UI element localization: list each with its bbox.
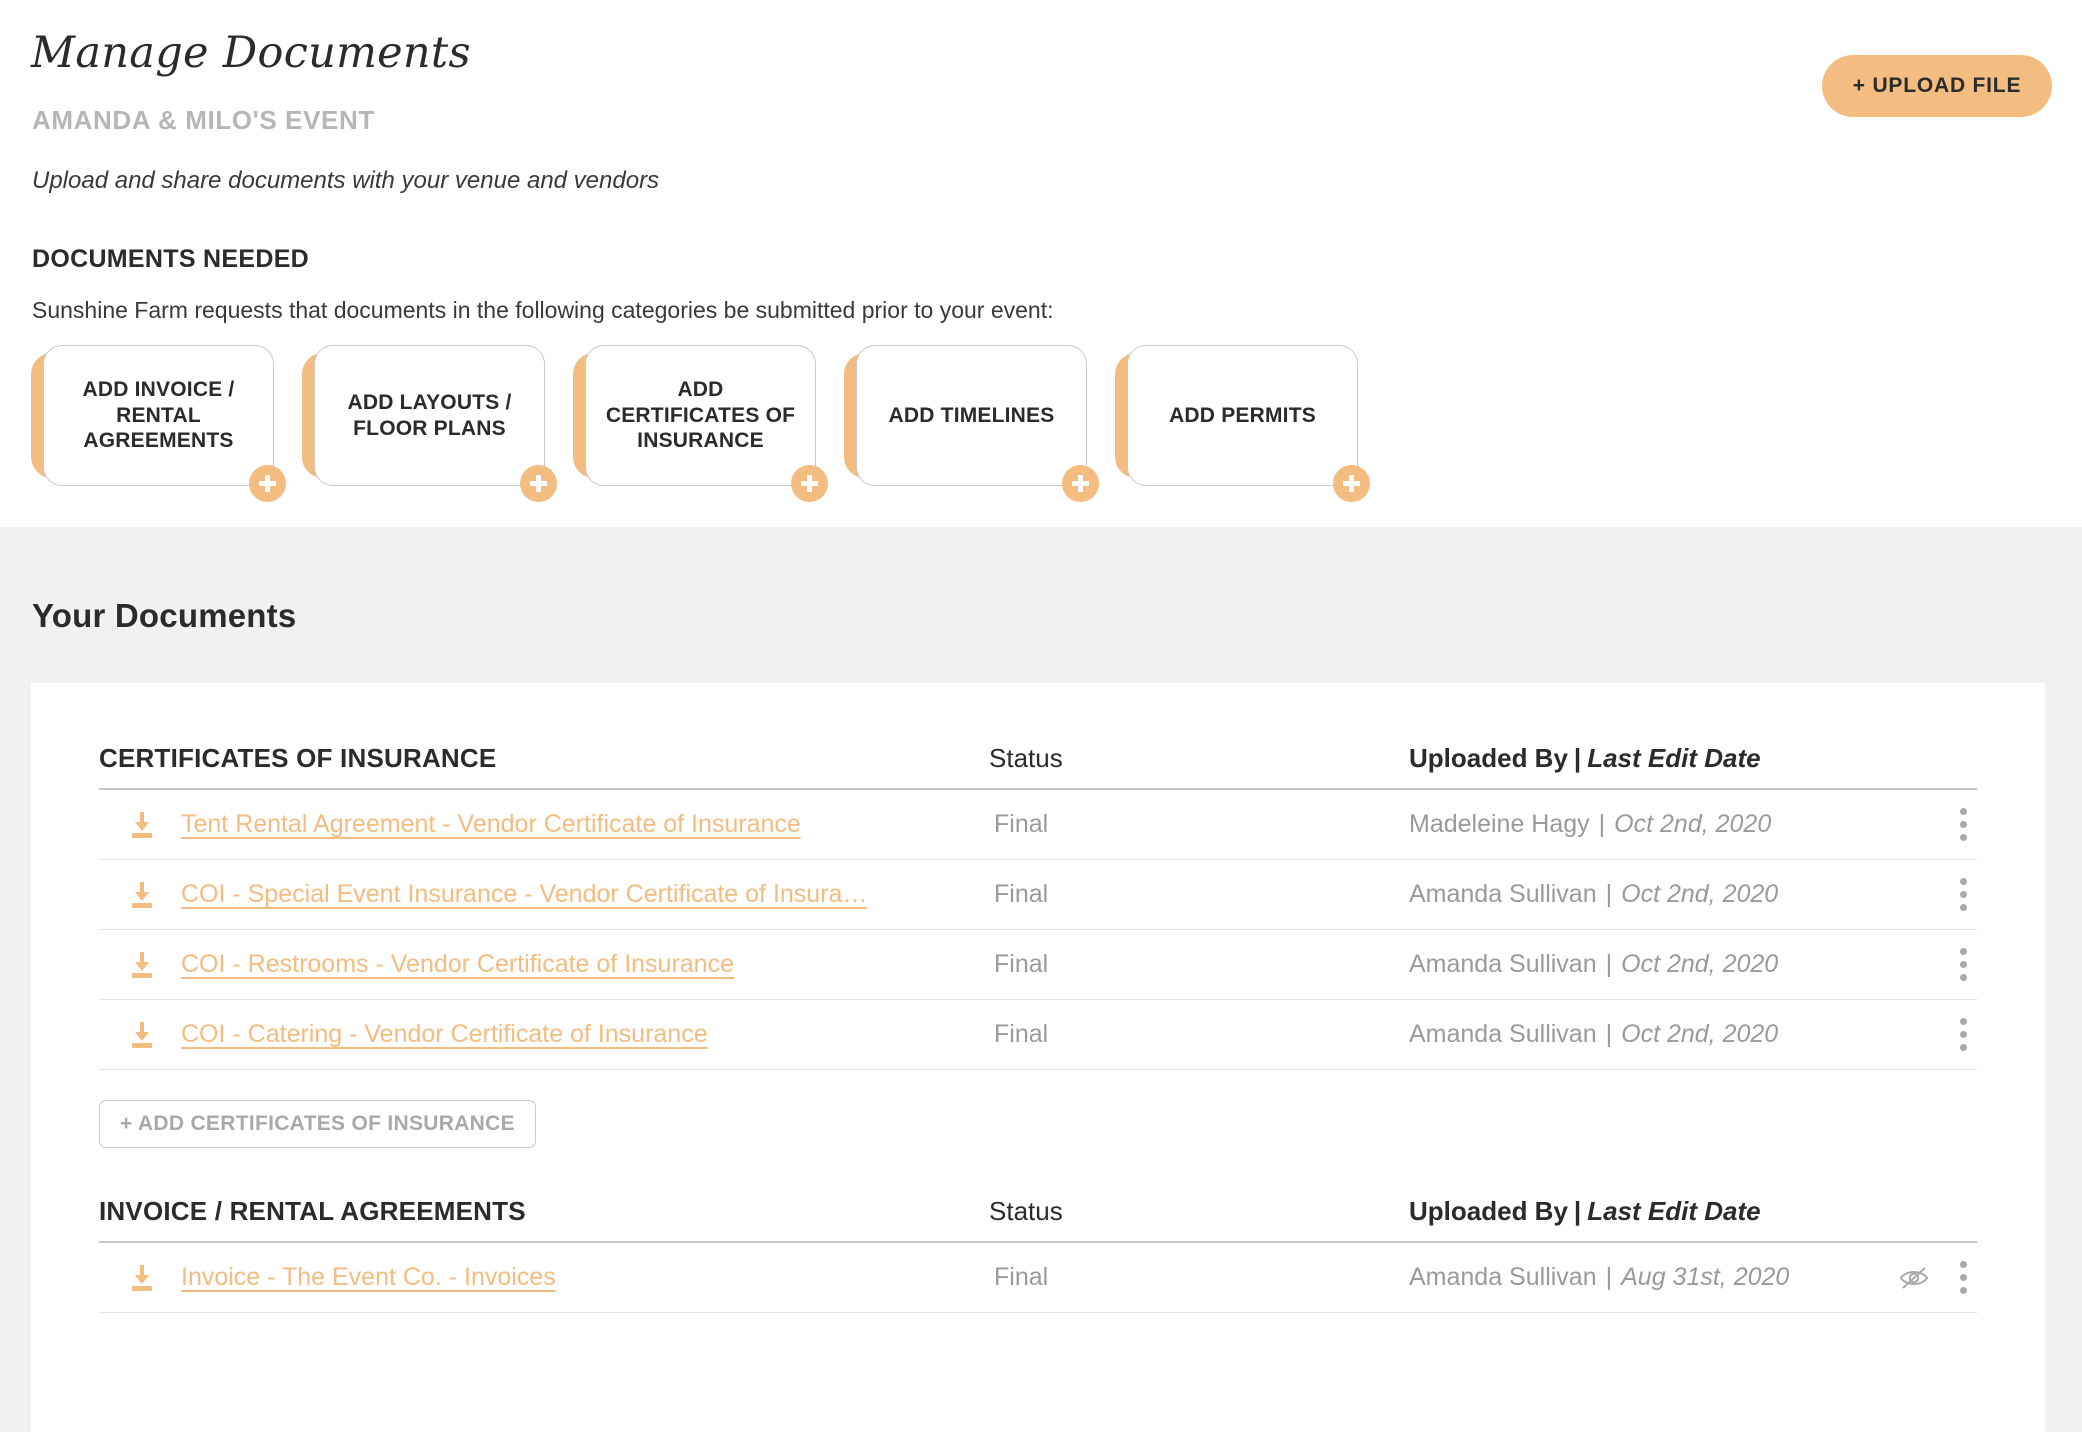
document-section: INVOICE / RENTAL AGREEMENTS Status Uploade… [99,1196,1977,1313]
uploaded-by-value: Amanda Sullivan [1409,880,1597,908]
hidden-eye-icon[interactable] [1897,1265,1931,1291]
last-edit-date-value: Oct 2nd, 2020 [1621,880,1779,908]
documents-needed-description: Sunshine Farm requests that documents in… [32,297,1054,323]
section-title: INVOICE / RENTAL AGREEMENTS [99,1196,526,1226]
uploaded-by-value: Amanda Sullivan [1409,1263,1597,1291]
category-card-panel[interactable]: ADD CERTIFICATES OF INSURANCE [585,345,816,486]
document-meta: Amanda Sullivan | Oct 2nd, 2020 [1409,950,1867,979]
column-header-uploaded-by: Uploaded By [1409,1196,1568,1226]
document-link[interactable]: COI - Special Event Insurance - Vendor C… [181,880,867,909]
category-card[interactable]: ADD PERMITS [1115,345,1370,502]
page-subtitle: Upload and share documents with your ven… [32,167,660,194]
download-icon[interactable] [129,951,155,978]
category-cards-row: ADD INVOICE / RENTAL AGREEMENTS ADD LAYOU… [31,345,1370,502]
more-options-icon[interactable] [1953,946,1973,983]
table-row: COI - Restrooms - Vendor Certificate of … [99,930,1977,1000]
category-card[interactable]: ADD LAYOUTS / FLOOR PLANS [302,345,557,502]
column-header-last-edit-date: Last Edit Date [1587,743,1761,773]
download-icon[interactable] [129,881,155,908]
download-icon[interactable] [129,811,155,838]
category-card-panel[interactable]: ADD TIMELINES [856,345,1087,486]
category-card[interactable]: ADD CERTIFICATES OF INSURANCE [573,345,828,502]
category-card[interactable]: ADD TIMELINES [844,345,1099,502]
your-documents-section: Your Documents CERTIFICATES OF INSURANCE… [0,527,2082,1432]
column-header-separator: | [1573,1196,1582,1226]
category-card-label: ADD LAYOUTS / FLOOR PLANS [347,390,512,440]
document-link[interactable]: Tent Rental Agreement - Vendor Certifica… [181,810,801,839]
meta-separator: | [1605,880,1613,908]
meta-separator: | [1605,1263,1613,1291]
meta-separator: | [1598,810,1606,838]
manage-documents-page: Manage Documents AMANDA & MILO'S EVENT U… [0,0,2082,1432]
column-header-uploaded-by: Uploaded By [1409,743,1568,773]
table-row: COI - Special Event Insurance - Vendor C… [99,860,1977,930]
your-documents-title: Your Documents [32,597,297,634]
row-actions [1867,946,1977,983]
more-options-icon[interactable] [1953,876,1973,913]
plus-icon[interactable] [1062,465,1099,502]
document-status: Final [994,1263,1049,1291]
row-actions [1867,806,1977,843]
more-options-icon[interactable] [1953,1259,1973,1296]
last-edit-date-value: Oct 2nd, 2020 [1614,810,1772,838]
column-header-separator: | [1573,743,1582,773]
category-card[interactable]: ADD INVOICE / RENTAL AGREEMENTS [31,345,286,502]
row-actions [1867,876,1977,913]
row-actions [1867,1259,1977,1296]
documents-panel: CERTIFICATES OF INSURANCE Status Uploaded … [31,683,2045,1432]
document-status: Final [994,810,1049,838]
plus-icon[interactable] [791,465,828,502]
add-category-button[interactable]: + ADD CERTIFICATES OF INSURANCE [99,1100,536,1148]
last-edit-date-value: Oct 2nd, 2020 [1621,950,1779,978]
plus-icon[interactable] [520,465,557,502]
table-header-row: INVOICE / RENTAL AGREEMENTS Status Uploade… [99,1196,1977,1243]
more-options-icon[interactable] [1953,1016,1973,1053]
plus-icon[interactable] [249,465,286,502]
document-link[interactable]: Invoice - The Event Co. - Invoices [181,1263,556,1292]
more-options-icon[interactable] [1953,806,1973,843]
document-link[interactable]: COI - Restrooms - Vendor Certificate of … [181,950,734,979]
last-edit-date-value: Oct 2nd, 2020 [1621,1020,1779,1048]
table-row: COI - Catering - Vendor Certificate of I… [99,1000,1977,1070]
document-meta: Amanda Sullivan | Aug 31st, 2020 [1409,1263,1867,1292]
document-link[interactable]: COI - Catering - Vendor Certificate of I… [181,1020,708,1049]
category-card-panel[interactable]: ADD PERMITS [1127,345,1358,486]
documents-needed-label: DOCUMENTS NEEDED [32,245,310,273]
meta-separator: | [1605,1020,1613,1048]
row-actions [1867,1016,1977,1053]
table-row: Tent Rental Agreement - Vendor Certifica… [99,790,1977,860]
column-header-status: Status [989,743,1063,773]
category-card-panel[interactable]: ADD INVOICE / RENTAL AGREEMENTS [43,345,274,486]
plus-icon[interactable] [1333,465,1370,502]
table-header-row: CERTIFICATES OF INSURANCE Status Uploaded … [99,743,1977,790]
event-name: AMANDA & MILO'S EVENT [32,105,375,135]
category-card-label: ADD TIMELINES [888,403,1055,427]
column-header-status: Status [989,1196,1063,1226]
column-header-last-edit-date: Last Edit Date [1587,1196,1761,1226]
category-card-label: ADD INVOICE / RENTAL AGREEMENTS [82,378,235,453]
download-icon[interactable] [129,1021,155,1048]
section-title: CERTIFICATES OF INSURANCE [99,743,497,773]
uploaded-by-value: Madeleine Hagy [1409,810,1590,838]
last-edit-date-value: Aug 31st, 2020 [1621,1263,1790,1291]
category-card-label: ADD CERTIFICATES OF INSURANCE [605,378,796,453]
document-section: CERTIFICATES OF INSURANCE Status Uploaded … [99,743,1977,1148]
category-card-label: ADD PERMITS [1169,403,1316,427]
table-row: Invoice - The Event Co. - Invoices Final A… [99,1243,1977,1313]
uploaded-by-value: Amanda Sullivan [1409,1020,1597,1048]
download-icon[interactable] [129,1264,155,1291]
meta-separator: | [1605,950,1613,978]
document-meta: Amanda Sullivan | Oct 2nd, 2020 [1409,880,1867,909]
document-status: Final [994,880,1049,908]
document-status: Final [994,950,1049,978]
category-card-panel[interactable]: ADD LAYOUTS / FLOOR PLANS [314,345,545,486]
page-title: Manage Documents [31,28,471,78]
upload-file-button[interactable]: + UPLOAD FILE [1822,55,2052,117]
document-meta: Amanda Sullivan | Oct 2nd, 2020 [1409,1020,1867,1049]
header-section: Manage Documents AMANDA & MILO'S EVENT U… [0,0,2082,527]
uploaded-by-value: Amanda Sullivan [1409,950,1597,978]
document-status: Final [994,1020,1049,1048]
document-meta: Madeleine Hagy | Oct 2nd, 2020 [1409,810,1867,839]
